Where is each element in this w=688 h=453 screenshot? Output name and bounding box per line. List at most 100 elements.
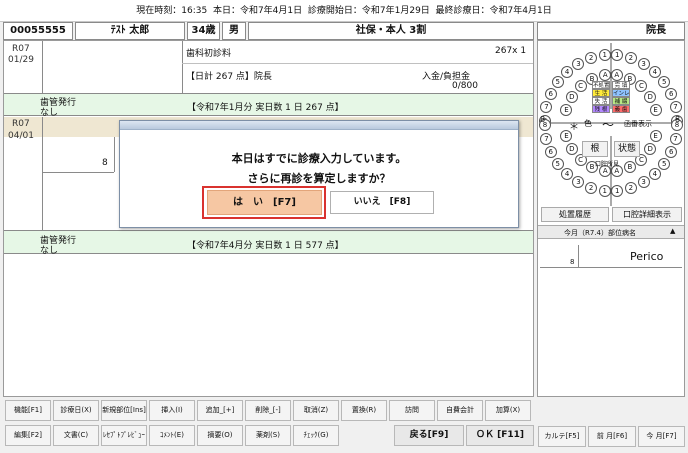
status-bar: 現在時刻：16:35 本日：令和7年4月1日 診療開始日：令和7年1月29日 最… (0, 0, 688, 22)
tooth-ll-1[interactable]: 1 (611, 184, 624, 197)
tooth-lr-5[interactable]: 5 (551, 158, 564, 171)
scroll-up-icon[interactable]: ▲ (670, 227, 675, 235)
condition-tag-5[interactable]: 補 綴 (612, 97, 630, 105)
disease-section-title: 今月（R7.4）部位病名 (564, 229, 636, 237)
insurance-type: 社保・本人 3割 (248, 22, 534, 40)
condition-tag-3[interactable]: インレー (612, 89, 630, 97)
start-date: 令和7年1月29日 (361, 6, 430, 16)
last-label: 最終診療日： (435, 6, 490, 16)
condition-tag-2[interactable]: 生 活 (592, 89, 610, 97)
record1-item[interactable]: 歯科初診料 (186, 46, 231, 59)
color-label[interactable]: 色 (584, 118, 592, 129)
ok-button[interactable]: ＯＫ [F11] (466, 425, 534, 446)
fkey-row1-6[interactable]: 取消(Z) (293, 400, 339, 421)
tooth-ur-6[interactable]: 6 (544, 87, 557, 100)
tooth-ul-2[interactable]: 2 (624, 52, 637, 65)
tooth-chart-panel: 8765432112345678EDCBAABCDE87654321123456… (537, 40, 685, 397)
fkey-row2-5[interactable]: 薬剤(S) (245, 425, 291, 446)
dialog-message-2: さらに再診を算定しますか？ (247, 172, 391, 185)
fkey-row1-4[interactable]: 追加_[+] (197, 400, 243, 421)
tooth-ll-3[interactable]: 3 (637, 176, 650, 189)
tooth-ur-4[interactable]: 4 (561, 65, 574, 78)
star-icon[interactable]: ＊ (569, 118, 579, 133)
disease-name[interactable]: Perico (630, 250, 663, 263)
fkey-row2-6[interactable]: ﾁｪｯｸ(G) (293, 425, 339, 446)
patient-name: ﾃｽﾄ 太郎 (75, 22, 185, 40)
tilde-icon[interactable]: 〜 (602, 116, 614, 133)
fkey-row1-3[interactable]: 挿入(I) (149, 400, 195, 421)
tooth-ll-2[interactable]: 2 (624, 181, 637, 194)
condition-tag-6[interactable]: 残 根 (592, 105, 610, 113)
fkey-row2-1[interactable]: 文書(C) (53, 425, 99, 446)
revisit-dialog: 本日はすでに診療入力しています。 さらに再診を算定しますか？ は い [F7] … (119, 120, 519, 228)
tooth-lr-6[interactable]: 6 (544, 146, 557, 159)
tooth-ul-3[interactable]: 3 (637, 57, 650, 70)
fkey-row1-5[interactable]: 削除_[-] (245, 400, 291, 421)
tooth-dll-E[interactable]: E (649, 130, 662, 143)
record1-summary: 【日計 267 点】院長 (186, 72, 272, 82)
record1-month-summary: 【令和7年1月分 実日数 1 日 267 点】 (187, 103, 344, 113)
record1-date: 01/29 (8, 55, 34, 65)
current-time: 16:35 (181, 6, 208, 16)
fkey-row2-3[interactable]: ｺﾒﾝﾄ(E) (149, 425, 195, 446)
record2-month-row: 歯管発行 なし 【令和7年4月分 実日数 1 日 577 点】 (4, 230, 533, 256)
oral-finding-label: 口腔所見 (595, 161, 620, 168)
today-label: 本日： (212, 6, 240, 16)
fkey-row1-1[interactable]: 診療日(X) (53, 400, 99, 421)
record1-payment-value: 0/800 (452, 81, 478, 91)
record2-year: R07 (12, 119, 30, 129)
patient-age: 34歳 (187, 22, 220, 40)
tooth-dlr-D[interactable]: D (565, 143, 578, 156)
tooth-ur-3[interactable]: 3 (572, 57, 585, 70)
record1-month-row: 歯管発行 なし 【令和7年1月分 実日数 1 日 267 点】 (4, 93, 533, 118)
fkey-row1-9[interactable]: 自費会計 (437, 400, 483, 421)
tooth-ul-7[interactable]: 7 (669, 101, 682, 114)
record2-date: 04/01 (8, 131, 34, 141)
patient-sex: 男 (222, 22, 246, 40)
fkey-row1-0[interactable]: 機能[F1] (5, 400, 51, 421)
back-button[interactable]: 戻る[F9] (394, 425, 464, 446)
fkey-row1-8[interactable]: 訪問 (389, 400, 435, 421)
tooth-dll-B[interactable]: B (623, 160, 636, 173)
tooth-lr-1[interactable]: 1 (598, 184, 611, 197)
dialog-title-bar (120, 121, 518, 130)
fkey-row2-4[interactable]: 摘要(O) (197, 425, 243, 446)
oral-detail-button[interactable]: 口腔詳細表示 (612, 207, 682, 222)
tooth-ur-5[interactable]: 5 (551, 75, 564, 88)
fkey-row2-2[interactable]: ﾚｾﾌﾟﾄﾌﾟﾚﾋﾞｭｰ (101, 425, 147, 446)
prev-month-button[interactable]: 前 月[F6] (588, 426, 636, 447)
condition-tag-1[interactable]: 完 填 (612, 81, 630, 89)
yes-button[interactable]: は い [F7] (207, 190, 322, 215)
start-label: 診療開始日： (307, 6, 362, 16)
fkey-row1-7[interactable]: 置換(R) (341, 400, 387, 421)
display-toggle[interactable]: 函番表示 (624, 119, 652, 129)
today-date: 令和7年4月1日 (239, 6, 303, 16)
condition-tag-7[interactable]: 義 歯 (612, 105, 630, 113)
tooth-dul-E[interactable]: E (649, 103, 662, 116)
this-month-button[interactable]: 今 月[F7] (638, 426, 685, 447)
record1-year: R07 (12, 44, 30, 54)
root-button[interactable]: 根 (582, 141, 608, 157)
no-button[interactable]: いいえ [F8] (330, 191, 434, 214)
tooth-dur-E[interactable]: E (560, 103, 573, 116)
history-button[interactable]: 処置履歴 (541, 207, 609, 222)
record1-points: 267x 1 (495, 46, 527, 56)
condition-tag-4[interactable]: 失 活 (592, 97, 610, 105)
fkey-row1-2[interactable]: 新規部位[Ins] (101, 400, 147, 421)
status-button[interactable]: 状態 (614, 141, 640, 157)
karte-button[interactable]: カルテ[F5] (538, 426, 586, 447)
tooth-ul-4[interactable]: 4 (648, 65, 661, 78)
fkey-row2-0[interactable]: 編集[F2] (5, 425, 51, 446)
tooth-dur-D[interactable]: D (565, 90, 578, 103)
midline-right: 8 (675, 115, 681, 124)
record2-tooth: 8 (102, 158, 108, 168)
condition-tag-0[interactable]: 不処置 (592, 81, 610, 89)
patient-id: 00055555 (3, 22, 73, 40)
tooth-ll-7[interactable]: 7 (669, 132, 682, 145)
tooth-ur-1[interactable]: 1 (598, 49, 611, 62)
fkey-row1-10[interactable]: 加算(X) (485, 400, 531, 421)
tooth-lr-2[interactable]: 2 (585, 181, 598, 194)
last-date: 令和7年4月1日 (489, 6, 552, 16)
disease-section-header: 今月（R7.4）部位病名 ▲ (538, 225, 684, 239)
record2-month-summary: 【令和7年4月分 実日数 1 日 577 点】 (187, 241, 344, 251)
